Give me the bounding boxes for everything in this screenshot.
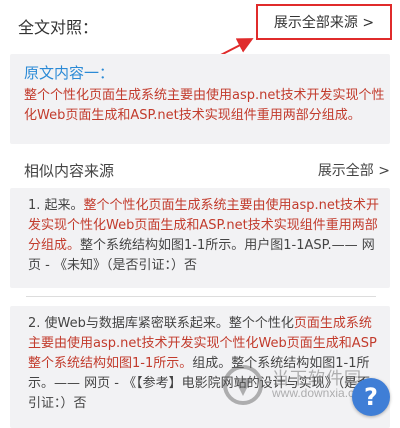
header-bar: 全文对照： 展示全部来源 > <box>0 0 400 48</box>
show-all-sources-button[interactable]: 展示全部来源 > <box>256 4 392 40</box>
source-item[interactable]: 1. 起来。整个个性化页面生成系统主要由使用asp.net技术开发实现个性化We… <box>10 188 390 288</box>
source-item-suffix: 整个系统结构如图1-1所示。用户图1-1ASP.—— 网页 - 《未知》（是否引… <box>28 238 375 273</box>
page-title: 全文对照： <box>18 18 99 37</box>
help-button[interactable]: ? <box>352 378 390 416</box>
original-content-text: 整个个性化页面生成系统主要由使用asp.net技术开发实现个性化Web页面生成和… <box>24 88 385 123</box>
original-content-title: 原文内容一： <box>24 64 115 82</box>
source-item-text: 1. 起来。整个个性化页面生成系统主要由使用asp.net技术开发实现个性化We… <box>28 196 380 276</box>
watermark-logo-icon <box>223 365 263 405</box>
source-item-prefix: 1. 起来。 <box>28 198 84 213</box>
show-all-similar-button[interactable]: 展示全部 > <box>318 160 390 180</box>
divider <box>26 296 376 297</box>
original-content-panel: 原文内容一： 整个个性化页面生成系统主要由使用asp.net技术开发实现个性化W… <box>10 54 390 144</box>
source-item-prefix: 2. 使Web与数据库紧密联系起来。整个个性化 <box>28 316 294 331</box>
similar-sources-header: 相似内容来源 展示全部 > <box>10 152 390 188</box>
similar-sources-label: 相似内容来源 <box>24 162 115 180</box>
